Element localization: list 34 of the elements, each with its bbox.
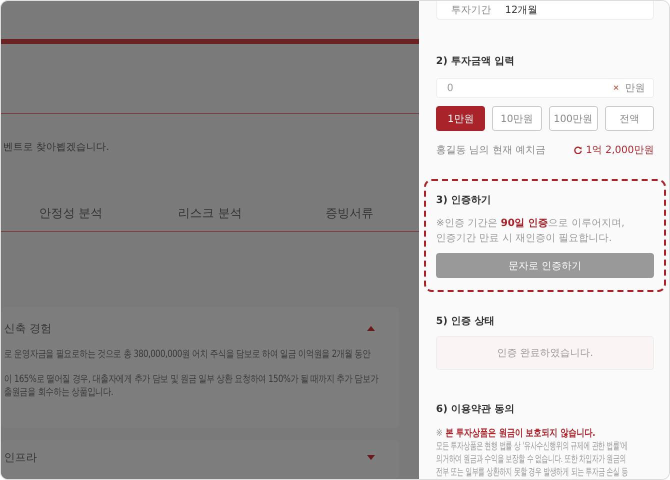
clear-button[interactable]: ×: [613, 82, 619, 94]
terms-text: 전부 또는 일부를 상환하지 못할 경우 발생하게 되는 투자금 손실 등: [436, 466, 628, 479]
tab[interactable]: 안정성 분석: [1, 204, 140, 222]
terms-text: 모든 투자상품은 현행 법률 상 '유사수신행위의 규제에 관한 법률'에: [436, 440, 628, 453]
intro-text: 벤트로 찾아뵙겠습니다.: [3, 140, 110, 154]
deposit-amount: 1억 2,000만원: [586, 144, 654, 158]
note-text: 인증기간 만료 시 재인증이 필요합니다.: [436, 232, 613, 246]
caret-up-icon[interactable]: [367, 326, 375, 332]
amount-button[interactable]: 10만원: [492, 106, 542, 132]
amount-field[interactable]: 0 × 만원: [436, 78, 654, 98]
unit-label: 만원: [625, 82, 645, 96]
section-title[interactable]: 인프라: [4, 450, 37, 465]
amount-button[interactable]: 100만원: [548, 106, 598, 132]
section-title[interactable]: 신축 경험: [4, 321, 52, 336]
status-message: 인증 완료하였습니다.: [436, 336, 654, 370]
terms-text: 의거하여 원금과 수익을 보장할 수 없습니다. 또한 차입자가 원금의: [436, 453, 626, 466]
amount-button[interactable]: 전액: [604, 106, 654, 132]
tab[interactable]: 증빙서류: [280, 204, 419, 222]
section-heading: 6) 이용약관 동의: [436, 403, 516, 416]
period-label: 투자기간: [451, 4, 491, 18]
tab[interactable]: 리스크 분석: [140, 204, 280, 222]
period-value: 12개월: [505, 4, 538, 18]
refresh-icon[interactable]: [574, 146, 582, 154]
warning-text: ※ 본 투자상품은 원금이 보호되지 않습니다.: [436, 427, 596, 440]
section-heading: 3) 인증하기: [436, 194, 492, 208]
amount-input[interactable]: 0: [445, 82, 608, 95]
amount-button[interactable]: 1만원: [436, 106, 486, 132]
note-text: ※인증 기간은 90일 인증으로 이루어지며,: [436, 217, 626, 230]
section-heading: 2) 투자금액 입력: [436, 55, 516, 68]
deposit-label: 홍길동 님의 현재 예치금: [436, 144, 546, 158]
section-heading: 5) 인증 상태: [436, 315, 496, 328]
section-text: 이 165%로 떨어질 경우, 대출자에게 추가 담보 및 원금 일부 상환 요청하여 150%가 될 때까지 추가 담보가 출원금을 회수하는 상품입니다.: [4, 373, 378, 400]
section-text: 로 운영자금을 필요로하는 것으로 총 380,000,000원 어치 주식을 담보로 하여 일금 이억원을 2개월 동안: [4, 348, 370, 362]
caret-down-icon[interactable]: [367, 455, 375, 460]
